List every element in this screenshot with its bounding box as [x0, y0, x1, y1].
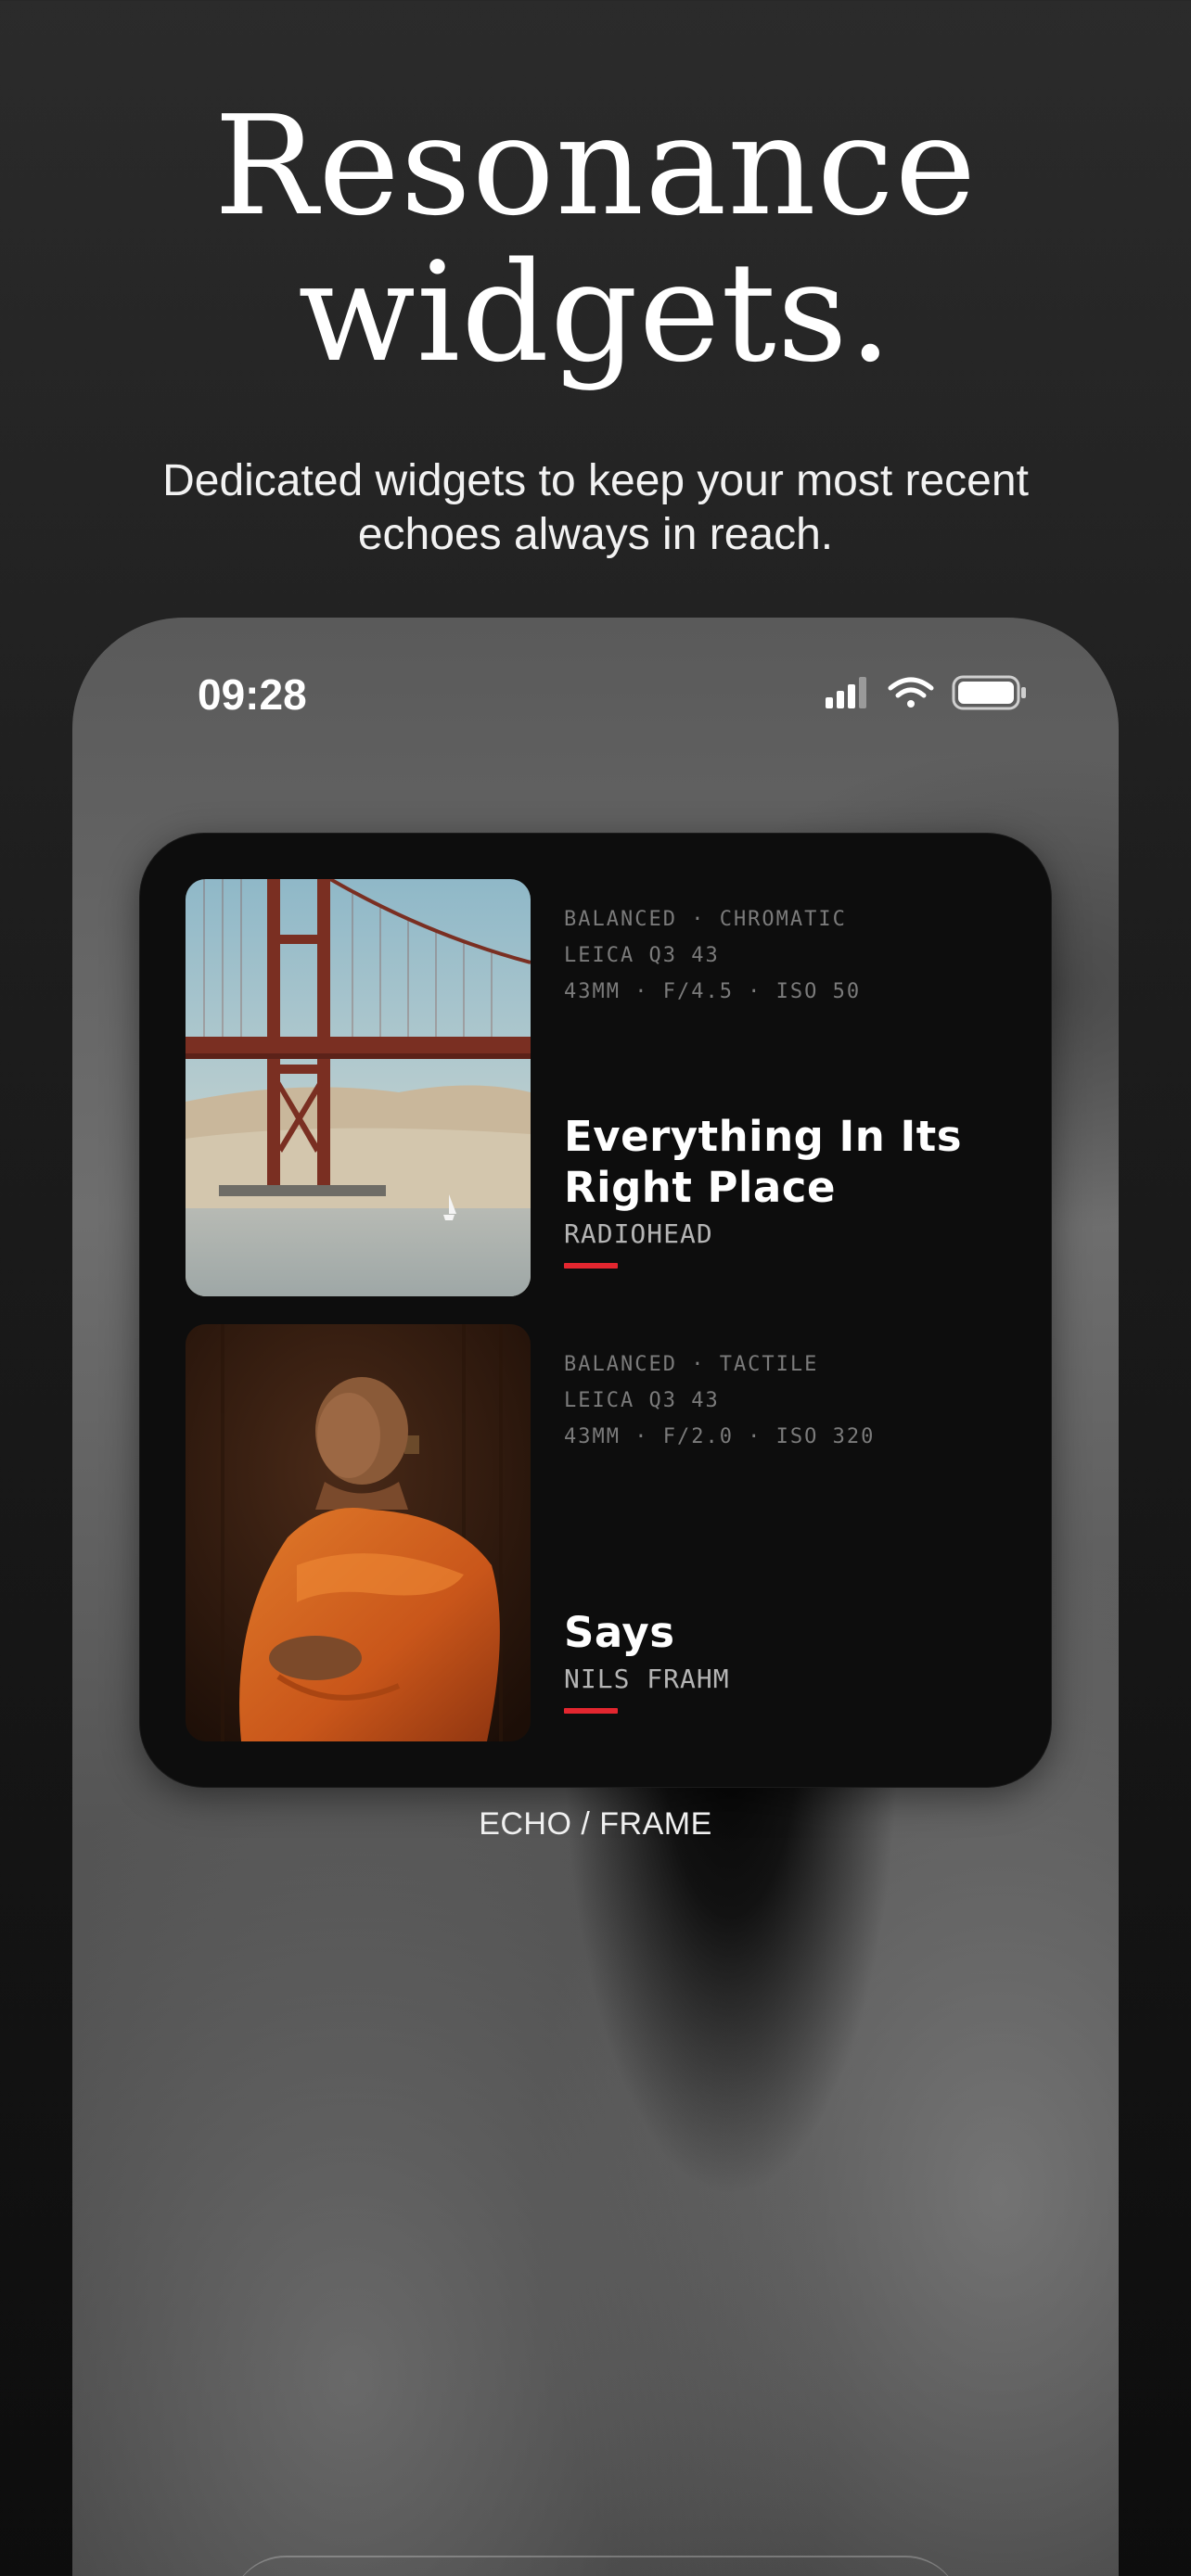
status-icons [826, 675, 1026, 710]
song-title: Says [564, 1607, 1000, 1658]
accent-bar [564, 1708, 618, 1714]
camera-model: LEICA Q3 43 [564, 944, 720, 967]
hero-subtitle-line-1: Dedicated widgets to keep your most rece… [162, 456, 1029, 505]
status-time: 09:28 [198, 670, 307, 719]
battery-icon [952, 675, 1026, 710]
photo-metadata: BALANCED · CHROMATIC LEICA Q3 43 43MM · … [564, 901, 1009, 1010]
style-tags: BALANCED · TACTILE [564, 1353, 819, 1376]
hero-title-line-1: Resonance [213, 86, 978, 246]
golden-gate-bridge-photo [186, 879, 531, 1296]
widget-caption: ECHO / FRAME [479, 1806, 712, 1842]
artist-name: NILS FRAHM [564, 1664, 730, 1694]
cellular-signal-icon [826, 677, 866, 708]
artist-name: RADIOHEAD [564, 1218, 713, 1249]
camera-model: LEICA Q3 43 [564, 1389, 720, 1412]
hero-subtitle-line-2: echoes always in reach. [357, 510, 834, 559]
hero-title: Resonance widgets. [0, 93, 1191, 386]
photo-metadata: BALANCED · TACTILE LEICA Q3 43 43MM · F/… [564, 1346, 1009, 1455]
song-title-line-2: Right Place [564, 1163, 836, 1212]
song-title-line-1: Says [564, 1608, 675, 1657]
song-title: Everything In Its Right Place [564, 1111, 1000, 1213]
next-widget-edge [230, 2556, 961, 2576]
echo-frame-widget[interactable]: BALANCED · CHROMATIC LEICA Q3 43 43MM · … [139, 833, 1052, 1788]
monk-portrait-photo [186, 1324, 531, 1741]
wifi-icon [888, 677, 934, 708]
hero-subtitle: Dedicated widgets to keep your most rece… [56, 454, 1135, 562]
exposure-settings: 43MM · F/2.0 · ISO 320 [564, 1425, 876, 1448]
exposure-settings: 43MM · F/4.5 · ISO 50 [564, 980, 862, 1003]
widget-entry[interactable]: BALANCED · TACTILE LEICA Q3 43 43MM · F/… [186, 1324, 1011, 1741]
style-tags: BALANCED · CHROMATIC [564, 908, 847, 931]
hero-title-line-2: widgets. [298, 233, 893, 392]
accent-bar [564, 1263, 618, 1269]
widget-entry[interactable]: BALANCED · CHROMATIC LEICA Q3 43 43MM · … [186, 879, 1011, 1296]
phone-mockup: 09:28 BALANCED · CHROMATIC LEICA Q3 43 4… [72, 618, 1119, 2576]
song-title-line-1: Everything In Its [564, 1112, 962, 1161]
